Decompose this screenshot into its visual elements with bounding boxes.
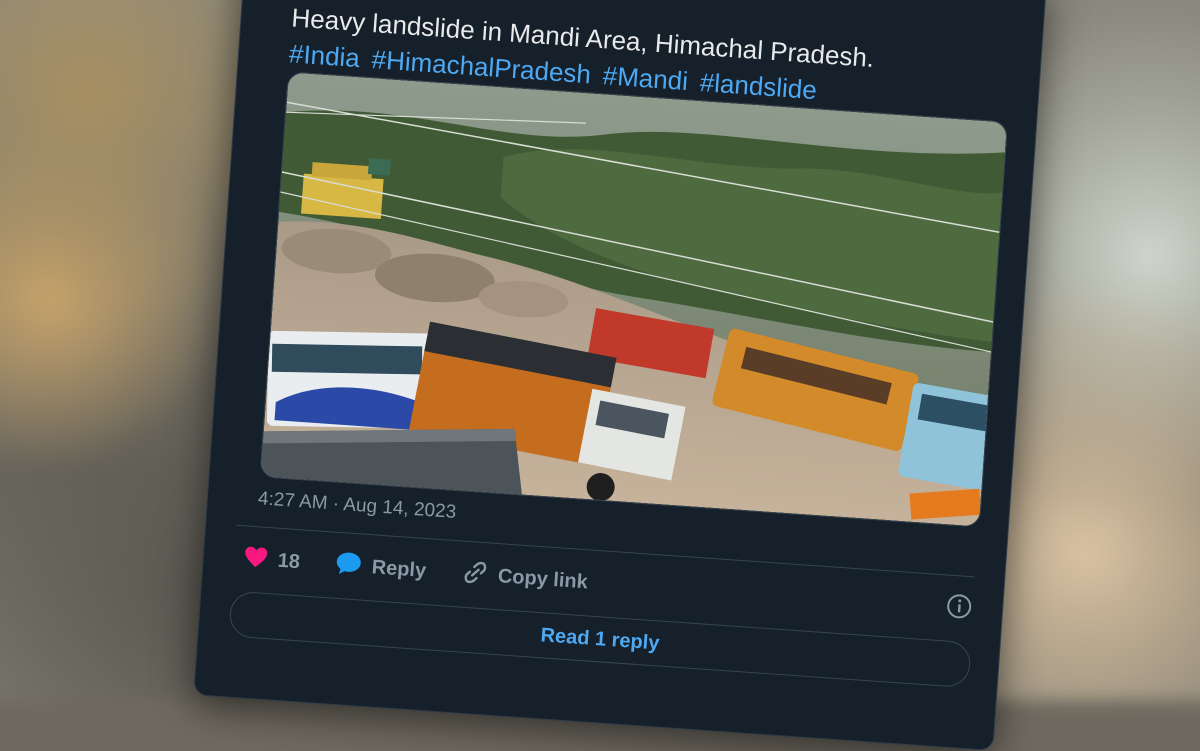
tweet-timestamp[interactable]: 4:27 AM · Aug 14, 2023 bbox=[257, 488, 457, 524]
like-button[interactable]: 18 bbox=[243, 545, 301, 576]
like-count: 18 bbox=[276, 549, 301, 573]
hashtag-link[interactable]: #Mandi bbox=[602, 57, 690, 99]
copy-link-label: Copy link bbox=[497, 564, 589, 593]
tweet-card: Heavy landslide in Mandi Area, Himachal … bbox=[193, 0, 1048, 751]
copy-link-button[interactable]: Copy link bbox=[461, 558, 589, 598]
tweet-video[interactable] bbox=[259, 71, 1009, 528]
speech-bubble-icon bbox=[335, 550, 363, 581]
heart-icon bbox=[243, 545, 269, 574]
landslide-scene-image bbox=[260, 72, 1008, 527]
reply-button[interactable]: Reply bbox=[335, 550, 427, 585]
link-icon bbox=[461, 558, 489, 591]
info-icon[interactable] bbox=[945, 592, 973, 625]
reply-label: Reply bbox=[371, 555, 427, 582]
hashtag-link[interactable]: #India bbox=[288, 35, 361, 76]
